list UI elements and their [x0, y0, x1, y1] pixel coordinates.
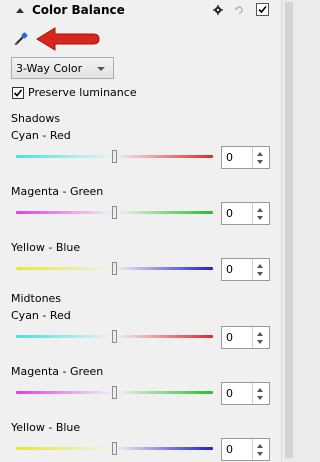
spin-down-icon[interactable] [257, 396, 263, 400]
spin-up-icon[interactable] [257, 332, 263, 336]
cyan-red-spinbox[interactable]: 0 [221, 146, 270, 169]
spin-up-icon[interactable] [257, 444, 263, 448]
magenta-green-spinbox[interactable]: 0 [221, 382, 270, 405]
panel-header[interactable]: Color Balance [0, 0, 281, 22]
color-balance-panel: Color Balance 3-Way Color Preserve lumin… [0, 0, 281, 462]
spinbox-value[interactable]: 0 [226, 387, 233, 400]
spinbox-value[interactable]: 0 [226, 331, 233, 344]
slider-label: Magenta - Green [11, 365, 104, 378]
cyan-red-handle[interactable] [112, 330, 117, 343]
eyedropper-icon[interactable] [13, 31, 29, 47]
slider-label: Magenta - Green [11, 185, 104, 198]
spinbox-value[interactable]: 0 [226, 207, 233, 220]
preserve-luminance-label[interactable]: Preserve luminance [28, 86, 137, 99]
yellow-blue-handle[interactable] [112, 442, 117, 455]
spin-down-icon[interactable] [257, 272, 263, 276]
magenta-green-handle[interactable] [112, 206, 117, 219]
yellow-blue-spinbox[interactable]: 0 [221, 258, 270, 281]
slider-label: Cyan - Red [11, 309, 71, 322]
section-title-shadows: Shadows [11, 112, 61, 125]
slider-label: Cyan - Red [11, 129, 71, 142]
enable-checkbox[interactable] [256, 3, 269, 16]
yellow-blue-handle[interactable] [112, 262, 117, 275]
check-mark-icon [13, 89, 23, 97]
magenta-green-handle[interactable] [112, 386, 117, 399]
spinbox-value[interactable]: 0 [226, 263, 233, 276]
reset-icon[interactable] [234, 5, 244, 15]
scrollbar-thumb[interactable] [285, 2, 293, 458]
cyan-red-spinbox[interactable]: 0 [221, 326, 270, 349]
collapse-triangle-icon[interactable] [16, 8, 24, 13]
check-mark-icon [258, 5, 267, 14]
gear-icon[interactable] [213, 5, 223, 15]
panel-title: Color Balance [32, 3, 125, 17]
magenta-green-spinbox[interactable]: 0 [221, 202, 270, 225]
spin-up-icon[interactable] [257, 208, 263, 212]
spin-up-icon[interactable] [257, 388, 263, 392]
slider-label: Yellow - Blue [11, 241, 81, 254]
spin-down-icon[interactable] [257, 452, 263, 456]
spinbox-value[interactable]: 0 [226, 443, 233, 456]
preserve-luminance-checkbox[interactable] [12, 87, 24, 99]
vertical-scrollbar[interactable] [281, 0, 296, 462]
spinbox-value[interactable]: 0 [226, 151, 233, 164]
slider-label: Yellow - Blue [11, 421, 81, 434]
chevron-down-icon [97, 67, 105, 71]
yellow-blue-spinbox[interactable]: 0 [221, 438, 270, 461]
spin-up-icon[interactable] [257, 152, 263, 156]
mode-dropdown[interactable]: 3-Way Color [11, 57, 114, 79]
spin-down-icon[interactable] [257, 160, 263, 164]
section-title-midtones: Midtones [11, 292, 62, 305]
spin-up-icon[interactable] [257, 264, 263, 268]
mode-dropdown-value: 3-Way Color [16, 62, 83, 75]
spin-down-icon[interactable] [257, 340, 263, 344]
cyan-red-handle[interactable] [112, 150, 117, 163]
spin-down-icon[interactable] [257, 216, 263, 220]
annotation-arrow-icon [36, 27, 100, 51]
